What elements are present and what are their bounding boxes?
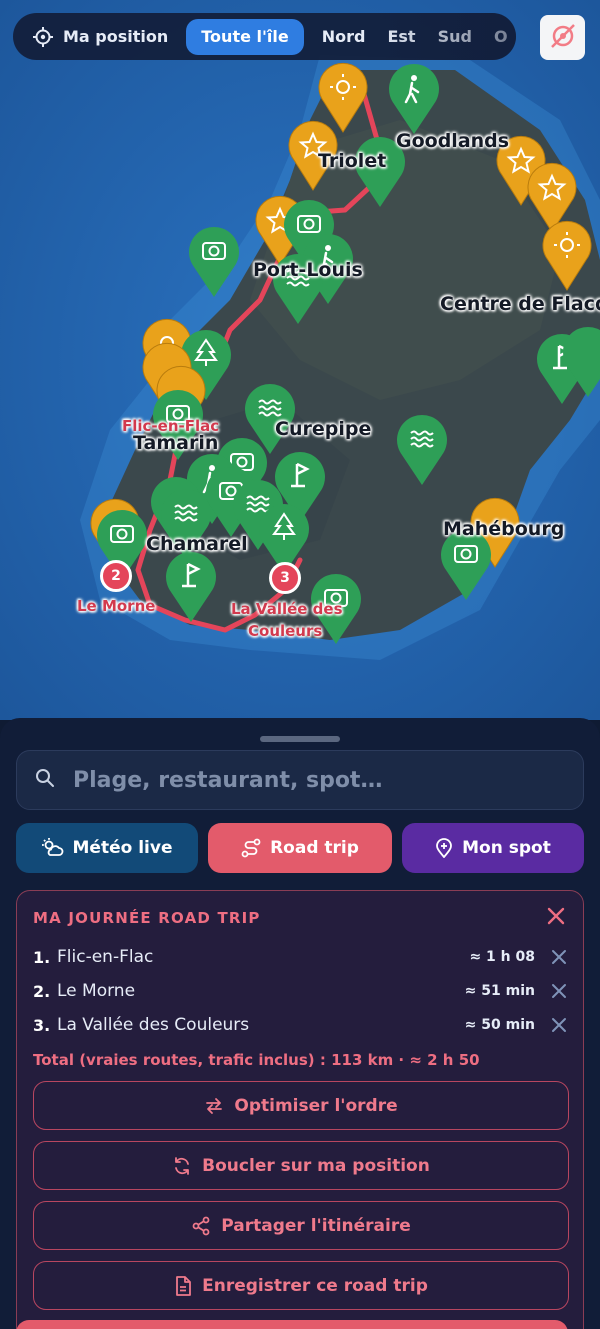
place-label: Chamarel [146,533,248,555]
my-spot-button[interactable]: Mon spot [402,823,584,873]
region-filter-bar: Ma position Toute l'île Nord Est Sud O [13,13,516,60]
stop-name: Le Morne [57,981,136,1001]
place-label: La Vallée des [231,600,343,618]
route-stop-marker[interactable]: 3 [269,562,301,594]
road-trip-card: MA JOURNÉE ROAD TRIP 1. Flic-en-Flac ≈ 1… [16,890,584,1329]
stop-duration: ≈ 51 min [464,983,535,999]
place-label: Mahébourg [443,518,565,540]
place-label: Le Morne [77,597,156,615]
road-trip-title: MA JOURNÉE ROAD TRIP [33,909,261,927]
search-input[interactable] [73,767,553,793]
document-icon [174,1275,192,1296]
stop-number: 1. [33,947,51,967]
my-spot-label: Mon spot [462,838,551,858]
swap-arrows-icon [204,1096,224,1116]
weather-live-button[interactable]: Météo live [16,823,198,873]
share-itinerary-button[interactable]: Partager l'itinéraire [33,1201,569,1250]
close-road-trip-button[interactable] [545,907,567,929]
stop-name: La Vallée des Couleurs [57,1015,250,1035]
remove-stop-button[interactable] [549,947,569,967]
road-trip-button[interactable]: Road trip [208,823,392,873]
road-trip-stop: 2. Le Morne ≈ 51 min [33,978,569,1004]
region-chip-ouest[interactable]: O [494,19,508,55]
stop-name: Flic-en-Flac [57,947,154,967]
region-chip-nord[interactable]: Nord [322,19,366,55]
place-label: Tamarin [133,432,219,454]
route-stop-marker[interactable]: 2 [100,560,132,592]
road-trip-stop: 1. Flic-en-Flac ≈ 1 h 08 [33,944,569,970]
golf-pin[interactable] [165,550,217,628]
stop-number: 3. [33,1015,51,1035]
stop-duration: ≈ 1 h 08 [469,949,535,965]
sheet-drag-handle[interactable] [260,736,340,742]
road-trip-stop: 3. La Vallée des Couleurs ≈ 50 min [33,1012,569,1038]
sun-pin[interactable] [542,220,592,296]
loop-position-button[interactable]: Boucler sur ma position [33,1141,569,1190]
place-label: Curepipe [275,418,372,440]
share-itinerary-label: Partager l'itinéraire [221,1215,411,1236]
remove-stop-button[interactable] [549,981,569,1001]
loop-position-label: Boucler sur ma position [202,1155,430,1176]
weather-live-label: Météo live [72,838,173,858]
region-chip-sud[interactable]: Sud [438,19,472,55]
place-label: Triolet [318,150,387,172]
close-icon [547,907,565,929]
location-off-button[interactable] [540,15,585,60]
my-position-label: Ma position [63,27,169,46]
save-road-trip-button[interactable]: Enregistrer ce road trip [33,1261,569,1310]
optimize-order-button[interactable]: Optimiser l'ordre [33,1081,569,1130]
beach-pin[interactable] [562,325,600,403]
map-view[interactable]: 2 3 Goodlands Triolet Port-Louis Centre … [0,0,600,720]
waves-pin[interactable] [396,413,448,491]
place-label: Goodlands [396,130,510,152]
refresh-icon [172,1156,192,1176]
share-icon [191,1216,211,1236]
place-label: Couleurs [248,622,323,640]
cloud-sun-icon [41,838,64,858]
location-off-icon [548,21,578,55]
save-road-trip-label: Enregistrer ce road trip [202,1275,428,1296]
region-chip-est[interactable]: Est [387,19,415,55]
crosshair-icon [33,26,53,47]
place-label: Port-Louis [253,259,363,281]
optimize-order-label: Optimiser l'ordre [234,1095,398,1116]
bottom-sheet: Météo live Road trip Mon spot MA JOURNÉE… [0,718,600,1329]
map-pin-plus-icon [435,838,453,858]
remove-stop-button[interactable] [549,1015,569,1035]
region-chip-all[interactable]: Toute l'île [186,18,304,55]
hiking-pin[interactable] [388,62,440,140]
camera-pin[interactable] [188,225,240,303]
stop-number: 2. [33,981,51,1001]
place-label: Centre de Flacq [440,293,600,315]
road-trip-total: Total (vraies routes, trafic inclus) : 1… [33,1051,480,1069]
road-trip-label: Road trip [270,838,359,858]
search-bar[interactable] [16,750,584,810]
primary-action-button[interactable] [16,1320,568,1329]
search-icon [35,768,55,792]
route-icon [241,838,261,858]
action-buttons: Météo live Road trip Mon spot [16,823,584,873]
stop-duration: ≈ 50 min [464,1017,535,1033]
my-position-button[interactable]: Ma position [33,19,168,55]
